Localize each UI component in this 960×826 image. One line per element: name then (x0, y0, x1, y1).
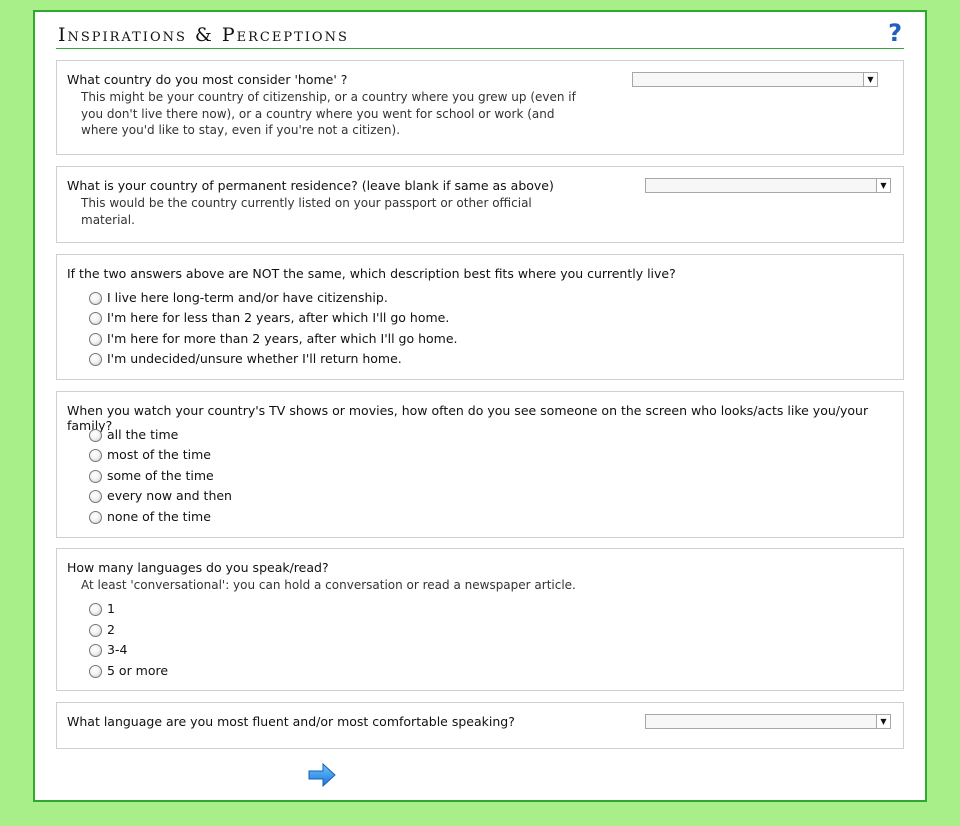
radio-button[interactable] (89, 603, 102, 616)
help-icon[interactable]: ? (888, 19, 902, 47)
radio-button[interactable] (89, 292, 102, 305)
fluent-language-select[interactable]: ▼ (645, 714, 891, 729)
question-label: If the two answers above are NOT the sam… (67, 266, 676, 281)
question-label: When you watch your country's TV shows o… (67, 403, 869, 433)
question-label: What country do you most consider 'home'… (67, 72, 348, 87)
question-note: This would be the country currently list… (81, 196, 532, 227)
question-label: What is your country of permanent reside… (67, 178, 554, 193)
question-residence: What is your country of permanent reside… (56, 166, 904, 243)
radio-button[interactable] (89, 665, 102, 678)
radio-button[interactable] (89, 511, 102, 524)
chevron-down-icon: ▼ (863, 73, 877, 86)
question-living-situation: If the two answers above are NOT the sam… (56, 254, 904, 380)
page-title: Inspirations & Perceptions (58, 24, 349, 46)
residence-select[interactable]: ▼ (645, 178, 891, 193)
radio-button[interactable] (89, 624, 102, 637)
question-fluent-language: What language are you most fluent and/or… (56, 702, 904, 749)
question-tv-representation: When you watch your country's TV shows o… (56, 391, 904, 538)
question-label: How many languages do you speak/read? (67, 560, 329, 575)
radio-button[interactable] (89, 353, 102, 366)
question-note: At least 'conversational': you can hold … (81, 578, 576, 592)
radio-button[interactable] (89, 429, 102, 442)
question-note: This might be your country of citizenshi… (81, 90, 576, 137)
next-button[interactable] (307, 760, 337, 790)
chevron-down-icon: ▼ (876, 179, 890, 192)
arrow-right-icon (308, 762, 336, 788)
survey-panel: Inspirations & Perceptions ? What countr… (33, 10, 927, 802)
question-label: What language are you most fluent and/or… (67, 714, 515, 729)
section-header: Inspirations & Perceptions ? (56, 19, 904, 49)
radio-button[interactable] (89, 490, 102, 503)
radio-button[interactable] (89, 449, 102, 462)
home-country-select[interactable]: ▼ (632, 72, 878, 87)
radio-button[interactable] (89, 644, 102, 657)
radio-button[interactable] (89, 333, 102, 346)
radio-button[interactable] (89, 470, 102, 483)
question-home-country: What country do you most consider 'home'… (56, 60, 904, 155)
radio-button[interactable] (89, 312, 102, 325)
chevron-down-icon: ▼ (876, 715, 890, 728)
question-languages: How many languages do you speak/read? At… (56, 548, 904, 691)
